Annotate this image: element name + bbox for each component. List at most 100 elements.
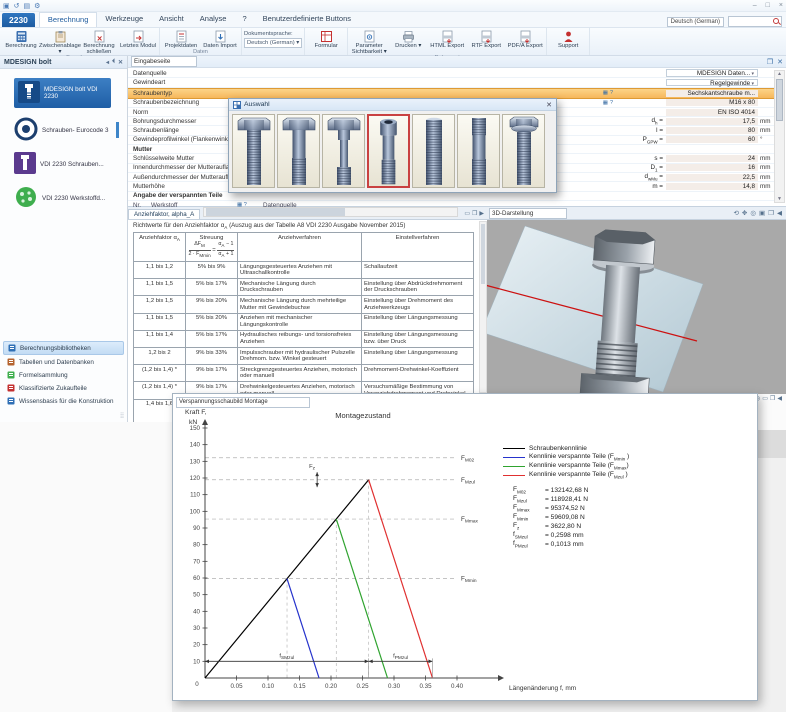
bolt-tile-hex-bolt-full-thread[interactable] (232, 114, 275, 188)
search-input[interactable] (728, 16, 782, 27)
ribbon-tab-4[interactable]: ? (234, 12, 254, 27)
input-panel-scrollbar[interactable]: ▲▼ (774, 70, 785, 203)
minimize-button[interactable]: – (753, 2, 757, 9)
pdfa-export-button[interactable]: PDF/A Export (506, 29, 544, 49)
bolt-tile-hex-bolt-shank[interactable] (277, 114, 320, 188)
snapshot-icon[interactable]: ❐ (768, 209, 774, 217)
ribbon-tab-1[interactable]: Werkzeuge (97, 12, 151, 27)
settings-icon[interactable]: ⚙ (34, 2, 40, 10)
backdrop-lower-left (0, 422, 172, 712)
right-edge-icons[interactable]: ◎▭❐◀ (755, 395, 782, 402)
help-icon[interactable]: ? (610, 100, 613, 106)
view3d-toolbar[interactable]: ⟲ ✥◎▣❐◀ (733, 209, 786, 217)
view3d-select[interactable]: 3D-Darstellung (489, 208, 567, 219)
fit-icon[interactable]: ▣ (759, 209, 765, 217)
dialog-titlebar[interactable]: Auswahl ✕ (229, 99, 556, 111)
horizontal-scrollbar[interactable] (203, 207, 458, 217)
sidebar-item-2[interactable]: Formelsammlung (3, 369, 124, 381)
ribbon-tab-2[interactable]: Ansicht (151, 12, 192, 27)
sidebar-item-4[interactable]: Wissensbasis für die Konstruktion (3, 395, 124, 407)
dialog-close-icon[interactable]: ✕ (546, 101, 552, 109)
module-item-2[interactable]: VDI 2230 Schrauben... (14, 152, 119, 176)
parameter-visibility-button[interactable]: Parameter Sichtbarkeit ▾ (350, 29, 388, 55)
field-value[interactable]: Regelgewinde (666, 79, 758, 87)
field-value[interactable]: MDESIGN Daten... (666, 69, 758, 77)
close-icon[interactable]: ✕ (118, 59, 123, 66)
table-select-icon[interactable]: ▦ (603, 100, 608, 106)
field-value[interactable]: 16 (666, 164, 758, 171)
field-value[interactable]: Sechskantschraube m... (666, 90, 758, 97)
panel-window-icons[interactable]: ❐✕ (767, 58, 783, 66)
ribbon-tab-3[interactable]: Analyse (192, 12, 235, 27)
field-value[interactable]: 24 (666, 155, 758, 162)
rtf-export-icon (480, 30, 493, 43)
collapse-3d-icon[interactable]: ◀ (777, 209, 782, 217)
html-export-button[interactable]: HTML Export (428, 29, 466, 49)
page-select[interactable]: Eingabeseite (131, 56, 197, 67)
next-pane-icon[interactable]: ▶ (479, 210, 484, 217)
support-button[interactable]: Support (549, 29, 587, 49)
new-pane-icon[interactable]: ▭ (464, 210, 470, 217)
project-data-button[interactable]: Projektdaten (162, 29, 200, 49)
table-panel-scrollbar[interactable] (479, 221, 487, 393)
bolt-tile-hex-bolt-waisted[interactable] (322, 114, 365, 188)
sidebar-item-1[interactable]: Tabellen und Datenbanken (3, 356, 124, 368)
document-language-select[interactable]: Deutsch (German) ▾ (244, 38, 302, 48)
ribbon-tab-5[interactable]: Benutzerdefinierte Buttons (255, 12, 359, 27)
module-item-3[interactable]: VDI 2230 Werkstoffd... (14, 185, 119, 211)
sidebar-grip[interactable]: ⁞⁞ (120, 413, 124, 420)
sidebar-header-icons[interactable]: ◂⏴✕ (106, 59, 123, 66)
undo-icon[interactable]: ↺ (14, 2, 20, 10)
bolt-tile-socket-head-screw[interactable] (367, 114, 410, 188)
field-icons[interactable]: ▦? (603, 90, 613, 96)
field-value[interactable]: 60 (666, 136, 758, 143)
data-import-button[interactable]: Daten Import (201, 29, 239, 49)
factor-cell: 9% bis 33% (186, 348, 238, 365)
field-icons[interactable]: ▦? (603, 100, 613, 106)
module-item-0[interactable]: MDESIGN bolt VDI 2230 (14, 78, 111, 108)
pane-icons[interactable]: ▭❐▶ (461, 210, 487, 219)
field-value[interactable]: 80 (666, 127, 758, 134)
ribbon-tab-0[interactable]: Berechnung (39, 12, 97, 27)
rtf-export-button[interactable]: RTF Export (467, 29, 505, 49)
calculator-button[interactable]: Berechnung (2, 29, 40, 49)
field-value[interactable]: 22,5 (666, 174, 758, 181)
field-value[interactable]: 14,8 (666, 183, 758, 190)
maximize-button[interactable]: □ (766, 2, 770, 9)
help-icon[interactable]: ? (610, 90, 613, 96)
page-icon[interactable]: ▭ (762, 395, 768, 402)
bolt-3d-view[interactable] (487, 220, 786, 394)
bolt-tile-threaded-rod[interactable] (412, 114, 455, 188)
max2-icon[interactable]: ❐ (770, 395, 775, 402)
module-item-1[interactable]: Schrauben- Eurocode 3 (14, 117, 119, 143)
ui-language-select[interactable]: Deutsch (German) (667, 17, 724, 27)
close-button[interactable]: × (779, 2, 783, 9)
zoom-icon[interactable]: ◎ (750, 209, 756, 217)
print-button[interactable]: Drucken ▾ (389, 29, 427, 49)
app-button[interactable]: 2230 (2, 13, 35, 27)
last-module-button[interactable]: Letztes Modul (119, 29, 157, 49)
collapse-icon[interactable]: ◂ (106, 59, 109, 66)
tab-anziehfaktor[interactable]: Anziehfaktor, alpha_A (128, 209, 200, 219)
field-value[interactable]: 17,5 (666, 118, 758, 125)
window-controls[interactable]: – □ × (753, 2, 783, 9)
field-value[interactable]: M16 x 80 (666, 99, 758, 106)
panel-maximize-icon[interactable]: ❐ (767, 58, 773, 66)
pan-icon[interactable]: ✥ (742, 209, 747, 217)
quick-access-toolbar[interactable]: ▣↺▤⚙ (3, 2, 40, 10)
field-value[interactable]: EN ISO 4014 (666, 109, 758, 116)
bolt-tile-stud-bolt[interactable] (457, 114, 500, 188)
table-select-icon[interactable]: ▦ (603, 90, 608, 96)
split-pane-icon[interactable]: ❐ (472, 210, 477, 217)
collapse2-icon[interactable]: ◀ (777, 395, 782, 402)
panel-close-icon[interactable]: ✕ (777, 58, 783, 66)
close-calculation-button[interactable]: ×Berechnung schließen (80, 29, 118, 55)
save-icon[interactable]: ▤ (24, 2, 31, 10)
rotate-icon[interactable]: ⟲ (733, 209, 738, 217)
clipboard-button[interactable]: Zwischenablage ▾ (41, 29, 79, 55)
bolt-tile-hex-flange-bolt[interactable] (502, 114, 545, 188)
form-button[interactable]: Formular (307, 29, 345, 49)
sidebar-item-0[interactable]: Berechnungsbibliotheken (3, 341, 124, 355)
pin-icon[interactable]: ⏴ (112, 59, 115, 66)
sidebar-item-3[interactable]: Klassifizierte Zukaufteile (3, 382, 124, 394)
